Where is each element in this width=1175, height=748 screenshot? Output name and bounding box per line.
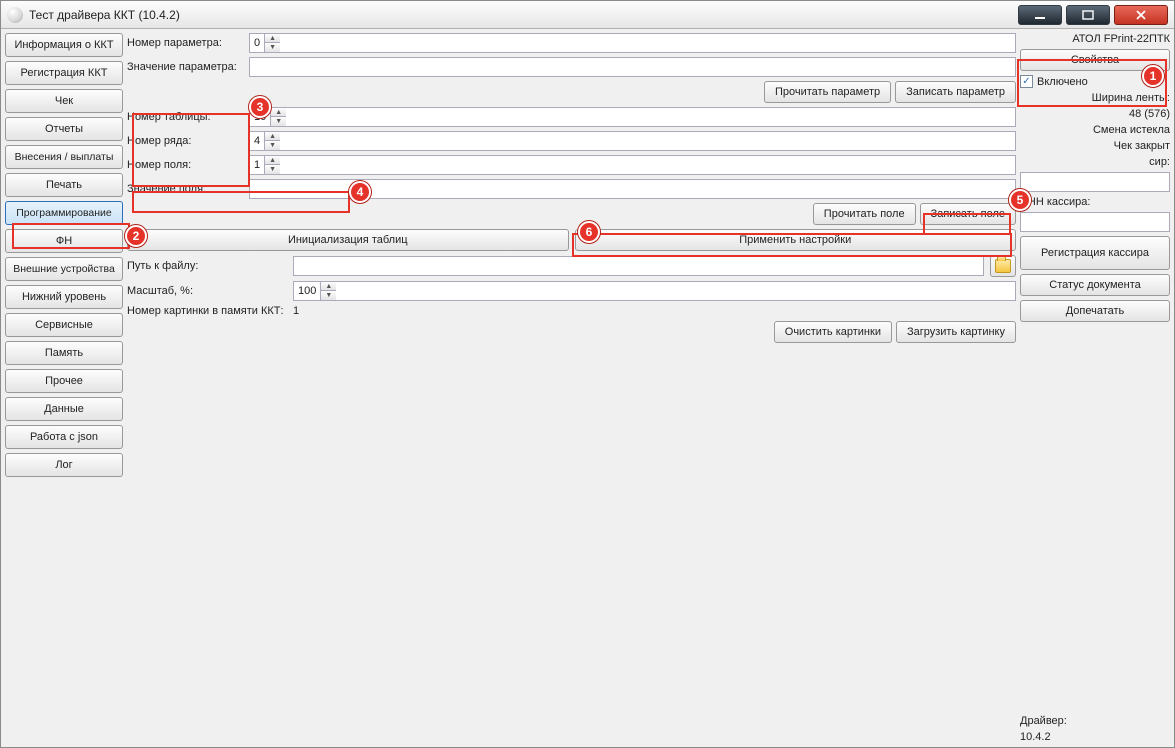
right-panel: АТОЛ FPrint-22ПТК Свойства ✓ Включено Ши… xyxy=(1020,33,1170,743)
sidebar-item-json[interactable]: Работа с json xyxy=(5,425,123,449)
sidebar-item-data[interactable]: Данные xyxy=(5,397,123,421)
sir-input[interactable] xyxy=(1020,172,1170,192)
scale-label: Масштаб, %: xyxy=(127,285,287,297)
enabled-checkbox[interactable]: ✓ xyxy=(1020,75,1033,88)
app-icon xyxy=(7,7,23,23)
tape-width-label: Ширина ленты: xyxy=(1020,92,1170,104)
param-number-input[interactable]: 0 ▲▼ xyxy=(249,33,1016,53)
device-name: АТОЛ FPrint-22ПТК xyxy=(1020,33,1170,45)
param-value-label: Значение параметра: xyxy=(127,61,243,73)
sidebar-item-lowlevel[interactable]: Нижний уровень xyxy=(5,285,123,309)
init-tables-button[interactable]: Инициализация таблиц xyxy=(127,229,569,251)
cashier-inn-input[interactable] xyxy=(1020,212,1170,232)
param-number-value: 0 xyxy=(254,37,260,49)
callout-3: 3 xyxy=(249,96,271,118)
spin-icon[interactable]: ▲▼ xyxy=(264,156,280,174)
driver-version: 10.4.2 xyxy=(1020,731,1170,743)
param-value-input[interactable] xyxy=(249,57,1016,77)
browse-button[interactable] xyxy=(990,255,1016,277)
sidebar-item-print[interactable]: Печать xyxy=(5,173,123,197)
img-number-value: 1 xyxy=(293,305,1016,317)
spin-icon[interactable]: ▲▼ xyxy=(320,282,336,300)
read-field-button[interactable]: Прочитать поле xyxy=(813,203,916,225)
field-number-label: Номер поля: xyxy=(127,159,243,171)
row-number-value: 4 xyxy=(254,135,260,147)
row-number-input[interactable]: 4 ▲▼ xyxy=(249,131,1016,151)
callout-6: 6 xyxy=(578,221,600,243)
file-path-label: Путь к файлу: xyxy=(127,260,287,272)
callout-5: 5 xyxy=(1009,189,1031,211)
sidebar-item-other[interactable]: Прочее xyxy=(5,369,123,393)
read-param-button[interactable]: Прочитать параметр xyxy=(764,81,891,103)
sidebar-item-check[interactable]: Чек xyxy=(5,89,123,113)
img-number-label: Номер картинки в памяти ККТ: xyxy=(127,305,287,317)
spin-icon[interactable]: ▲▼ xyxy=(264,132,280,150)
spin-icon[interactable]: ▲▼ xyxy=(264,34,280,52)
callout-4: 4 xyxy=(349,181,371,203)
sidebar-item-reports[interactable]: Отчеты xyxy=(5,117,123,141)
field-value-label: Значение поля: xyxy=(127,183,243,195)
file-path-input[interactable] xyxy=(293,256,984,276)
maximize-button[interactable] xyxy=(1066,5,1110,25)
sidebar-item-fn[interactable]: ФН xyxy=(5,229,123,253)
doc-status-button[interactable]: Статус документа xyxy=(1020,274,1170,296)
enabled-label: Включено xyxy=(1037,76,1088,88)
callout-2: 2 xyxy=(125,225,147,247)
folder-icon xyxy=(995,259,1011,273)
driver-label: Драйвер: xyxy=(1020,715,1170,727)
sidebar-item-log[interactable]: Лог xyxy=(5,453,123,477)
scale-value: 100 xyxy=(298,285,316,297)
sidebar-item-ext-devices[interactable]: Внешние устройства xyxy=(5,257,123,281)
check-status: Чек закрыт xyxy=(1020,140,1170,152)
tape-width-value: 48 (576) xyxy=(1020,108,1170,120)
callout-1: 1 xyxy=(1142,65,1164,87)
sidebar-item-service[interactable]: Сервисные xyxy=(5,313,123,337)
register-cashier-button[interactable]: Регистрация кассира xyxy=(1020,236,1170,270)
field-number-input[interactable]: 1 ▲▼ xyxy=(249,155,1016,175)
row-number-label: Номер ряда: xyxy=(127,135,243,147)
sidebar-item-programming[interactable]: Программирование xyxy=(5,201,123,225)
field-number-value: 1 xyxy=(254,159,260,171)
sidebar-item-memory[interactable]: Память xyxy=(5,341,123,365)
scale-input[interactable]: 100 ▲▼ xyxy=(293,281,1016,301)
param-number-label: Номер параметра: xyxy=(127,37,243,49)
sidebar-item-deposits[interactable]: Внесения / выплаты xyxy=(5,145,123,169)
sir-label: сир: xyxy=(1020,156,1170,168)
minimize-button[interactable] xyxy=(1018,5,1062,25)
load-image-button[interactable]: Загрузить картинку xyxy=(896,321,1016,343)
sidebar-item-info[interactable]: Информация о ККТ xyxy=(5,33,123,57)
titlebar: Тест драйвера ККТ (10.4.2) xyxy=(1,1,1174,29)
center-panel: Номер параметра: 0 ▲▼ Значение параметра… xyxy=(127,33,1016,743)
cashier-inn-label: ИНН кассира: xyxy=(1020,196,1170,208)
clear-images-button[interactable]: Очистить картинки xyxy=(774,321,892,343)
table-number-input[interactable]: 10 ▲▼ xyxy=(249,107,1016,127)
shift-status: Смена истекла xyxy=(1020,124,1170,136)
sidebar: Информация о ККТ Регистрация ККТ Чек Отч… xyxy=(5,33,123,743)
reprint-button[interactable]: Допечатать xyxy=(1020,300,1170,322)
table-number-label: Номер таблицы: xyxy=(127,111,243,123)
apply-settings-button[interactable]: Применить настройки xyxy=(575,229,1017,251)
window-title: Тест драйвера ККТ (10.4.2) xyxy=(29,8,1018,22)
close-button[interactable] xyxy=(1114,5,1168,25)
sidebar-item-registration[interactable]: Регистрация ККТ xyxy=(5,61,123,85)
spin-icon[interactable]: ▲▼ xyxy=(270,108,286,126)
write-field-button[interactable]: Записать поле xyxy=(920,203,1016,225)
write-param-button[interactable]: Записать параметр xyxy=(895,81,1016,103)
